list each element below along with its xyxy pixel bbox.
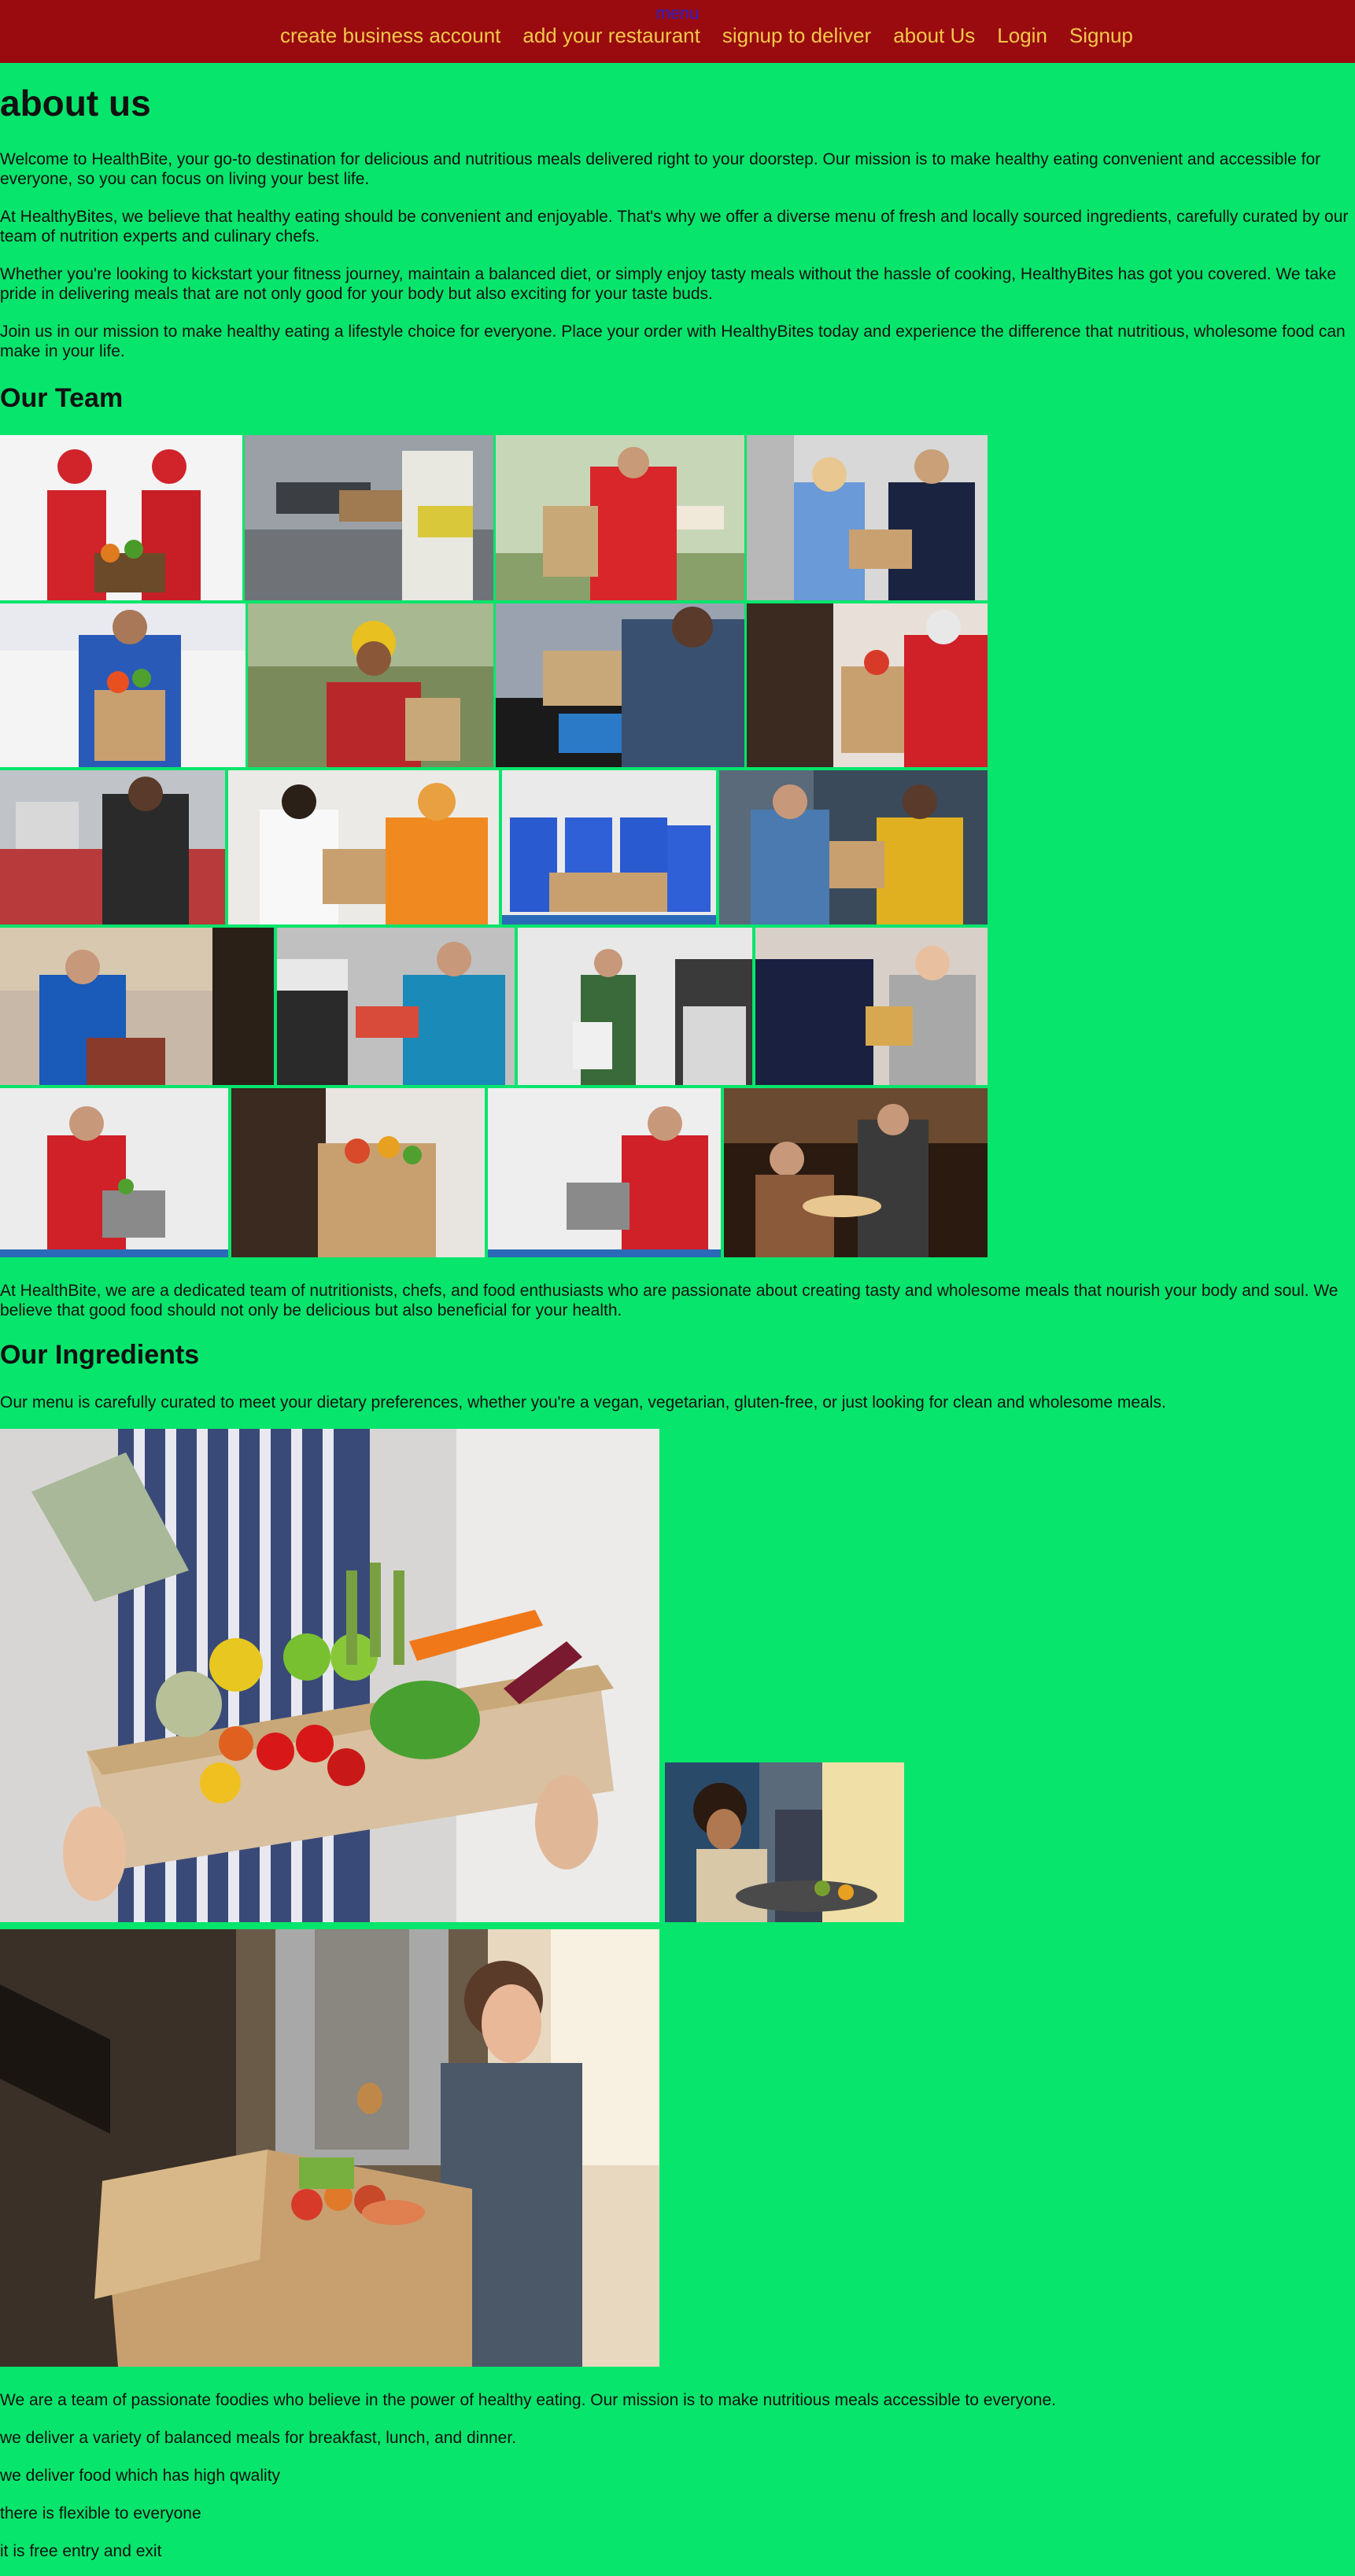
- team-photo: [496, 435, 744, 600]
- team-photo-gallery: [0, 435, 988, 1257]
- team-photo: [277, 928, 515, 1085]
- footer-line-3: we deliver food which has high qwality: [0, 2467, 281, 2485]
- about-paragraph-1: Welcome to HealthBite, your go-to destin…: [0, 150, 1321, 188]
- produce-crate-photo: [0, 1429, 659, 1922]
- nav-about-us[interactable]: about Us: [893, 24, 975, 47]
- team-photo: [0, 770, 225, 924]
- nav-signup-to-deliver[interactable]: signup to deliver: [722, 24, 871, 47]
- team-photo: [724, 1088, 988, 1257]
- team-photo: [0, 1088, 228, 1257]
- nav-create-business-account[interactable]: create business account: [280, 24, 500, 47]
- team-photo: [518, 928, 752, 1085]
- team-photo: [245, 435, 493, 600]
- team-photo: [496, 603, 744, 767]
- page-title: about us: [0, 83, 151, 124]
- nav-login[interactable]: Login: [997, 24, 1047, 47]
- team-photo: [747, 603, 988, 767]
- cooking-photo: [665, 1762, 904, 1922]
- footer-line-2: we deliver a variety of balanced meals f…: [0, 2429, 517, 2447]
- team-photo: [488, 1088, 721, 1257]
- team-photo: [248, 603, 493, 767]
- nav-add-restaurant[interactable]: add your restaurant: [522, 24, 700, 47]
- ingredients-intro: Our menu is carefully curated to meet yo…: [0, 1393, 1166, 1412]
- nav-links: create business account add your restaur…: [280, 24, 1155, 47]
- footer-line-4: there is flexible to everyone: [0, 2504, 201, 2522]
- team-heading: Our Team: [0, 383, 124, 413]
- team-photo: [502, 770, 716, 924]
- team-photo: [755, 928, 988, 1085]
- about-paragraph-3: Whether you're looking to kickstart your…: [0, 265, 1337, 303]
- grocery-box-photo: [0, 1929, 659, 2367]
- about-paragraph-4: Join us in our mission to make healthy e…: [0, 323, 1346, 360]
- team-description: At HealthBite, we are a dedicated team o…: [0, 1282, 1338, 1319]
- top-navigation-bar: menu create business account add your re…: [0, 0, 1355, 63]
- about-paragraph-2: At HealthyBites, we believe that healthy…: [0, 208, 1349, 245]
- footer-line-1: We are a team of passionate foodies who …: [0, 2391, 1056, 2409]
- team-photo: [0, 435, 242, 600]
- team-photo: [0, 928, 274, 1085]
- menu-link[interactable]: menu: [0, 3, 1355, 24]
- nav-signup[interactable]: Signup: [1069, 24, 1133, 47]
- team-photo: [228, 770, 499, 924]
- ingredients-heading: Our Ingredients: [0, 1340, 200, 1370]
- team-photo: [747, 435, 988, 600]
- team-photo: [719, 770, 988, 924]
- team-photo: [231, 1088, 485, 1257]
- footer-line-5: it is free entry and exit: [0, 2542, 162, 2560]
- team-photo: [0, 603, 246, 767]
